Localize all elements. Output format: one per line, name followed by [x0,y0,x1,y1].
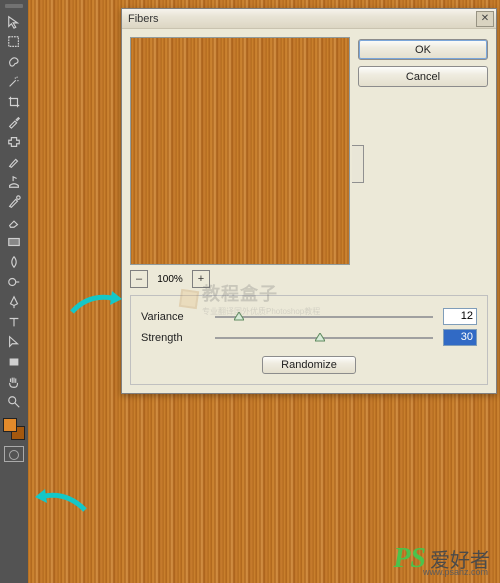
filter-preview[interactable] [130,37,350,265]
ok-button[interactable]: OK [358,39,488,60]
type-tool[interactable] [3,312,25,332]
close-icon[interactable]: ✕ [476,11,494,27]
fibers-dialog: Fibers ✕ – 100% + OK Cancel Va [121,8,497,394]
dodge-tool[interactable] [3,272,25,292]
variance-label: Variance [141,311,205,323]
strength-input[interactable]: 30 [443,329,477,346]
strength-label: Strength [141,332,205,344]
annotation-arrow-variance [68,290,122,320]
lasso-tool[interactable] [3,52,25,72]
variance-thumb[interactable] [234,312,244,322]
brush-tool[interactable] [3,152,25,172]
preview-area: – 100% + [130,37,350,289]
variance-slider[interactable] [215,309,433,325]
cancel-button[interactable]: Cancel [358,66,488,87]
eraser-tool[interactable] [3,212,25,232]
spot-healing-tool[interactable] [3,132,25,152]
crop-tool[interactable] [3,92,25,112]
annotation-arrow-swatches [35,488,89,518]
pen-tool[interactable] [3,292,25,312]
marquee-tool[interactable] [3,32,25,52]
randomize-button[interactable]: Randomize [262,356,356,374]
slider-group: Variance 12 Strength 30 [130,295,488,385]
eyedropper-tool[interactable] [3,112,25,132]
preview-image [131,38,349,264]
zoom-out-button[interactable]: – [130,270,148,288]
rectangle-tool[interactable] [3,352,25,372]
move-tool[interactable] [3,12,25,32]
tools-panel [0,0,28,583]
foreground-swatch[interactable] [3,418,17,432]
color-swatches[interactable] [3,418,25,440]
zoom-tool[interactable] [3,392,25,412]
gradient-tool[interactable] [3,232,25,252]
scrollbar-remnant [352,145,364,183]
zoom-percent: 100% [148,273,192,286]
strength-slider[interactable] [215,330,433,346]
dialog-title: Fibers [128,13,476,25]
hand-tool[interactable] [3,372,25,392]
history-brush-tool[interactable] [3,192,25,212]
clone-stamp-tool[interactable] [3,172,25,192]
tool-grip[interactable] [5,4,23,8]
path-selection-tool[interactable] [3,332,25,352]
quick-mask-toggle[interactable] [4,446,24,462]
dialog-titlebar[interactable]: Fibers ✕ [122,9,496,29]
strength-thumb[interactable] [315,333,325,343]
variance-input[interactable]: 12 [443,308,477,325]
magic-wand-tool[interactable] [3,72,25,92]
blur-tool[interactable] [3,252,25,272]
zoom-in-button[interactable]: + [192,270,210,288]
